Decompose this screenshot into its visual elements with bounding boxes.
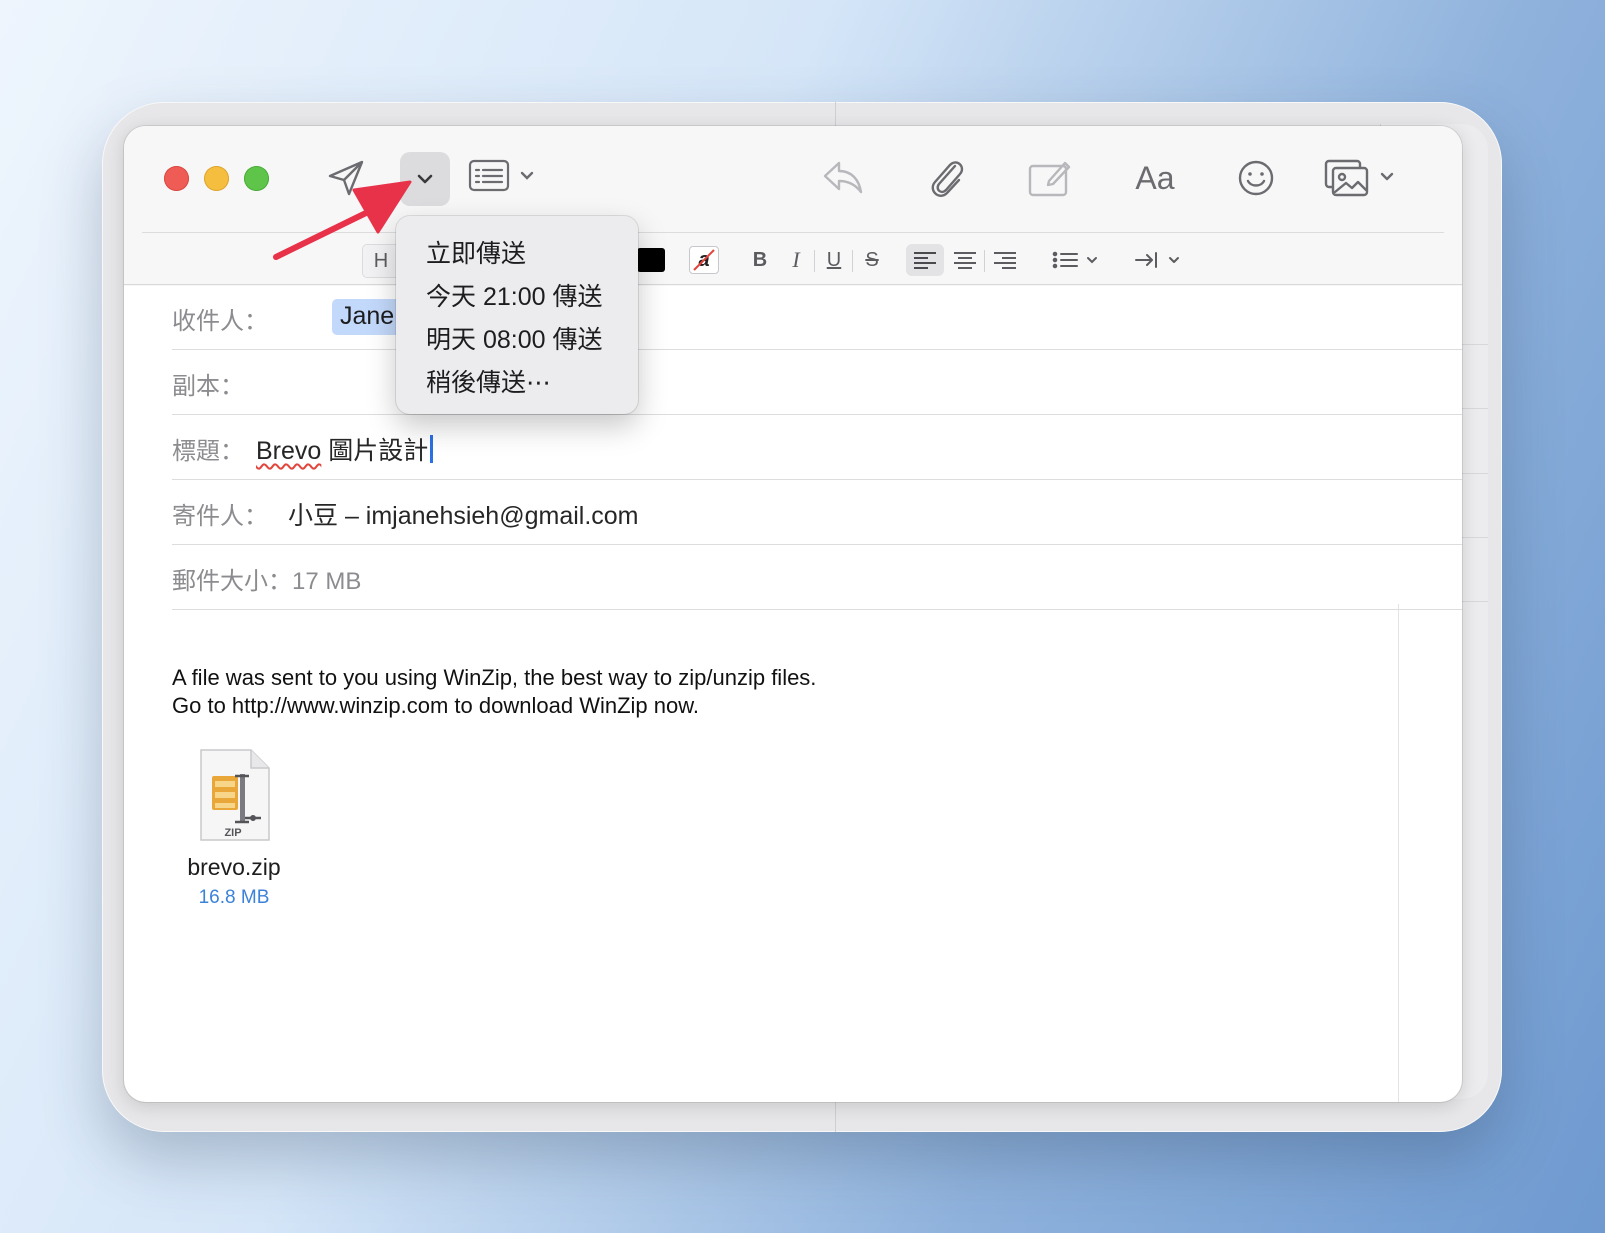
indent-button[interactable] [1134,244,1186,276]
body-line-1: A file was sent to you using WinZip, the… [172,665,817,690]
indent-arrow-icon [1135,252,1179,268]
underline-button[interactable]: U [820,244,848,276]
format-divider [814,250,815,272]
attach-file-button[interactable] [924,154,968,202]
align-left-icon [914,252,936,269]
text-caret [430,435,434,463]
photo-browser-button[interactable] [1324,154,1402,202]
list-style-button[interactable] [1052,244,1104,276]
compose-window: Aa H B I U S 收件人： Jane 副本： 標題： Brevo 圖片設… [124,126,1462,1102]
markup-button[interactable] [1024,154,1076,202]
message-size-value: 17 MB [292,568,362,595]
to-field-row: 收件人： Jane Hsieh [172,285,1462,350]
bold-button[interactable]: B [746,244,774,276]
header-fields-icon [468,159,534,192]
reply-button[interactable] [820,156,866,200]
strikethrough-button[interactable]: S [858,244,886,276]
message-size-caption: 郵件大小： [172,568,292,595]
header-fields-button[interactable] [468,154,544,198]
align-center-icon [954,252,976,269]
reply-arrow-icon [823,161,863,194]
attachment-filename: brevo.zip [187,854,281,880]
from-account-selector[interactable]: 小豆 – imjanehsieh@gmail.com [288,496,639,532]
subject-field-row[interactable]: 標題： Brevo 圖片設計 [172,415,1462,480]
font-format-button[interactable]: Aa [1124,156,1186,200]
body-line-2: Go to http://www.winzip.com to download … [172,693,700,718]
bullet-list-icon [1052,251,1097,269]
minimize-window-button[interactable] [204,166,229,191]
send-options-menu: 立即傳送 今天 21:00 傳送 明天 08:00 傳送 稍後傳送⋯ [396,216,638,414]
paperclip-icon [931,161,964,197]
message-size-row: 郵件大小：17 MB [172,545,1462,610]
zip-file-icon[interactable]: ZIP [199,748,271,842]
subject-input[interactable]: Brevo 圖片設計 [256,431,434,467]
subject-misspelled-word: Brevo [256,437,322,465]
zip-file-icon-label: ZIP [224,827,241,839]
markup-pen-icon [1028,161,1071,197]
align-left-button[interactable] [906,244,944,276]
no-highlight-icon: a [689,246,719,274]
zoom-window-button[interactable] [244,166,269,191]
menu-item-send-now[interactable]: 立即傳送 [426,234,526,270]
attachment-size: 16.8 MB [198,887,270,908]
from-field-label: 寄件人： [172,503,268,530]
emoji-button[interactable] [1234,156,1278,200]
subject-field-label: 標題： [172,438,244,465]
smiley-face-icon [1238,160,1274,196]
highlight-color-button[interactable]: a [688,244,720,276]
text-color-button[interactable] [636,244,666,276]
to-field-label: 收件人： [172,308,268,335]
menu-item-send-later[interactable]: 稍後傳送⋯ [426,363,551,399]
format-divider [984,250,985,272]
text-color-swatch [637,248,665,272]
message-size-label: 郵件大小：17 MB [172,561,361,596]
close-window-button[interactable] [164,166,189,191]
format-divider [852,250,853,272]
align-center-button[interactable] [946,244,984,276]
cc-field-row[interactable]: 副本： [172,350,1462,415]
annotation-arrow [273,180,412,260]
cc-field-label: 副本： [172,373,244,400]
italic-button[interactable]: I [782,244,810,276]
from-field-row: 寄件人： 小豆 – imjanehsieh@gmail.com [172,480,1462,545]
align-right-icon [994,252,1016,269]
subject-text: 圖片設計 [321,437,429,465]
body-scroll-guide [1398,604,1399,1102]
align-right-button[interactable] [986,244,1024,276]
menu-item-send-tonight[interactable]: 今天 21:00 傳送 [426,277,602,313]
menu-item-send-tomorrow[interactable]: 明天 08:00 傳送 [426,320,602,356]
message-body[interactable]: A file was sent to you using WinZip, the… [172,664,816,720]
photo-gallery-icon [1324,159,1394,197]
